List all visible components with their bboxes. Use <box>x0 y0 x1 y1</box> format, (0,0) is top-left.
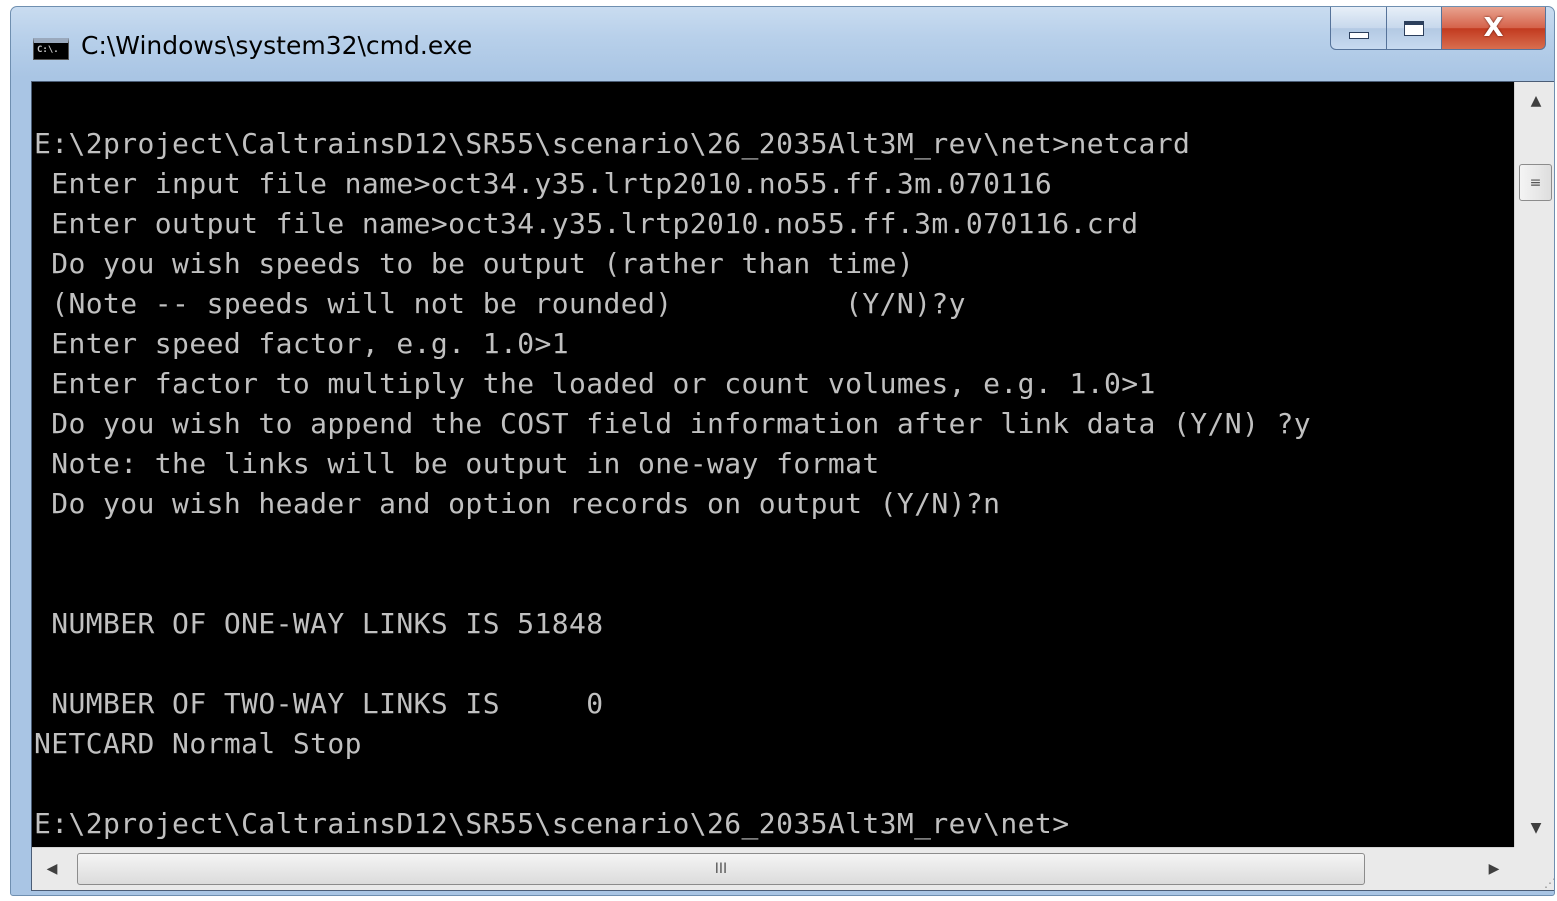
scroll-down-arrow-icon[interactable]: ▼ <box>1515 809 1554 847</box>
console-lines: E:\2project\CaltrainsD12\SR55\scenario\2… <box>34 124 1311 844</box>
minimize-button[interactable] <box>1330 7 1387 50</box>
console-line: Do you wish header and option records on… <box>34 487 1001 520</box>
caption-buttons: X <box>1330 7 1546 51</box>
cmd-window: C:\. C:\Windows\system32\cmd.exe X E:\2p… <box>10 6 1555 896</box>
console-line: Note: the links will be output in one-wa… <box>34 447 880 480</box>
console-output[interactable]: E:\2project\CaltrainsD12\SR55\scenario\2… <box>32 82 1514 847</box>
console-line: Enter output file name>oct34.y35.lrtp201… <box>34 207 1139 240</box>
cmd-prompt-icon[interactable]: C:\. <box>33 38 69 60</box>
title-bar[interactable]: C:\. C:\Windows\system32\cmd.exe X <box>11 7 1554 81</box>
console-frame: E:\2project\CaltrainsD12\SR55\scenario\2… <box>31 81 1554 891</box>
console-line: E:\2project\CaltrainsD12\SR55\scenario\2… <box>34 807 1070 840</box>
scroll-right-arrow-icon[interactable]: ▶ <box>1474 848 1514 890</box>
console-line: Enter factor to multiply the loaded or c… <box>34 367 1156 400</box>
console-line: Enter input file name>oct34.y35.lrtp2010… <box>34 167 1053 200</box>
console-line: E:\2project\CaltrainsD12\SR55\scenario\2… <box>34 127 1191 160</box>
horizontal-scroll-thumb[interactable]: III <box>77 853 1365 885</box>
horizontal-scrollbar[interactable]: ◀ III ▶ <box>32 847 1514 890</box>
console-line: NUMBER OF ONE-WAY LINKS IS 51848 <box>34 607 604 640</box>
console-line: (Note -- speeds will not be rounded) (Y/… <box>34 287 966 320</box>
maximize-button[interactable] <box>1387 7 1442 50</box>
close-icon: X <box>1483 13 1504 43</box>
vertical-scrollbar[interactable]: ▲ ≡ ▼ <box>1514 82 1554 847</box>
scroll-left-arrow-icon[interactable]: ◀ <box>32 848 72 890</box>
scroll-up-arrow-icon[interactable]: ▲ <box>1515 82 1554 120</box>
console-line: Do you wish speeds to be output (rather … <box>34 247 915 280</box>
console-line: Do you wish to append the COST field inf… <box>34 407 1312 440</box>
window-title: C:\Windows\system32\cmd.exe <box>81 31 473 60</box>
close-button[interactable]: X <box>1442 7 1546 50</box>
minimize-icon <box>1348 31 1369 39</box>
console-line: Enter speed factor, e.g. 1.0>1 <box>34 327 569 360</box>
console-line: NUMBER OF TWO-WAY LINKS IS 0 <box>34 687 604 720</box>
maximize-icon <box>1404 20 1424 36</box>
resize-grip-icon[interactable]: ⋰ <box>1514 847 1554 890</box>
vertical-scroll-thumb[interactable]: ≡ <box>1519 164 1552 201</box>
console-line: NETCARD Normal Stop <box>34 727 362 760</box>
